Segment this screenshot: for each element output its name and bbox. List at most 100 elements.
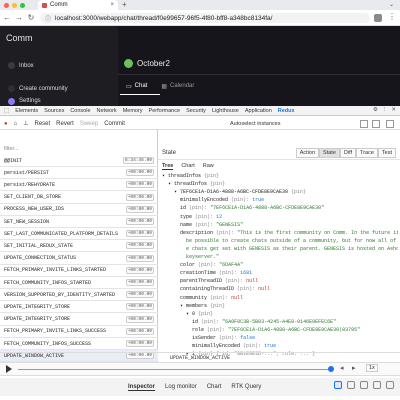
- reload-button[interactable]: ↻: [26, 12, 36, 24]
- tree-type: (pin):: [243, 343, 262, 350]
- tab-log-monitor[interactable]: Log monitor: [165, 384, 197, 390]
- back-button[interactable]: ←: [2, 12, 12, 24]
- action-view-button[interactable]: Action: [295, 148, 320, 158]
- step-forward-icon[interactable]: ▸: [352, 364, 356, 372]
- action-row[interactable]: SET_LAST_COMMUNICATED_PLATFORM_DETAILS +0…: [0, 228, 158, 241]
- action-name: UPDATE_CONNECTION_STATUS: [4, 255, 77, 262]
- sidebar-item-inbox[interactable]: Inbox: [4, 59, 114, 72]
- play-icon[interactable]: [6, 365, 12, 373]
- sidebar-item-settings[interactable]: Settings: [4, 96, 114, 106]
- diff-view-button[interactable]: Diff: [339, 148, 357, 158]
- pin-icon[interactable]: ⊥: [23, 120, 28, 127]
- action-time: +00:00.00: [125, 266, 154, 274]
- action-name: persist/PERSIST: [4, 169, 50, 176]
- split-icon[interactable]: [372, 120, 380, 128]
- url-input[interactable]: ⓘ localhost:3000/webapp/chat/thread/f0e9…: [40, 13, 370, 23]
- extension-icon[interactable]: [374, 14, 382, 22]
- settings-icon[interactable]: [386, 381, 394, 389]
- tab-console[interactable]: Console: [70, 108, 90, 114]
- action-name: SET_INITIAL_REDUX_STATE: [4, 242, 74, 249]
- tab-security[interactable]: Security: [186, 108, 206, 114]
- devtools-inspect-icon[interactable]: ⬚: [4, 108, 9, 114]
- action-row[interactable]: persist/REHYDRATE +00:00.00: [0, 179, 158, 192]
- action-time: +00:00.00: [125, 205, 154, 213]
- action-row[interactable]: @@INIT 8:34:45.00: [0, 155, 158, 167]
- action-row[interactable]: UPDATE_INTEGRITY_STORE +00:00.00: [0, 314, 158, 326]
- tree-type: (pin):: [219, 335, 238, 341]
- new-tab-button[interactable]: +: [122, 0, 127, 10]
- tree-type: {pin}: [210, 181, 226, 188]
- speed-select[interactable]: 1x: [366, 364, 378, 372]
- tab-chart-monitor[interactable]: Chart: [207, 384, 222, 390]
- tab-application[interactable]: Application: [245, 108, 272, 114]
- close-window-button[interactable]: [4, 3, 9, 8]
- tree-value: 1681: [240, 270, 253, 277]
- reset-button[interactable]: Reset: [34, 121, 50, 127]
- layout-icon[interactable]: [360, 120, 368, 128]
- action-row[interactable]: PROCESS_NEW_USER_IDS +00:00.00: [0, 204, 158, 216]
- tab-inspector[interactable]: Inspector: [128, 384, 156, 391]
- tree-value: keyserver.": [186, 254, 220, 260]
- more-menu-icon[interactable]: ⋮: [382, 107, 388, 113]
- tab-network[interactable]: Network: [97, 108, 117, 114]
- tab-redux[interactable]: Redux: [278, 108, 295, 114]
- tab-elements[interactable]: Elements: [15, 108, 38, 114]
- export-icon[interactable]: [373, 381, 381, 389]
- action-row[interactable]: FETCH_COMMUNITY_INFOS_STARTED +00:00.00: [0, 277, 158, 289]
- action-row[interactable]: FETCH_PRIMARY_INVITE_LINKS_SUCCESS +00:00…: [0, 326, 158, 338]
- step-back-icon[interactable]: ◂: [340, 364, 344, 372]
- autoselect-instances-dropdown[interactable]: Autoselect instances: [230, 121, 280, 127]
- sidebar-item-create-community[interactable]: Create community: [4, 82, 114, 95]
- action-row[interactable]: SET_CLIENT_DB_STORE +00:00.00: [0, 192, 158, 204]
- remote-icon[interactable]: [334, 381, 342, 389]
- timeline-slider-track[interactable]: [18, 369, 334, 370]
- timeline-slider-thumb[interactable]: [328, 366, 334, 372]
- lock-icon[interactable]: ⌂: [14, 121, 18, 127]
- maximize-window-button[interactable]: [20, 3, 25, 8]
- minimize-window-button[interactable]: [12, 3, 17, 8]
- sweep-button[interactable]: Sweep: [80, 121, 98, 127]
- test-view-button[interactable]: Test: [377, 148, 396, 158]
- tab-search-icon[interactable]: ⌄: [389, 0, 394, 10]
- tab-sources[interactable]: Sources: [44, 108, 64, 114]
- tab-rtk-query[interactable]: RTK Query: [231, 384, 261, 390]
- close-tab-icon[interactable]: ×: [110, 2, 114, 8]
- action-name: UPDATE_INTEGRITY_STORE: [4, 316, 71, 323]
- revert-button[interactable]: Revert: [56, 121, 74, 127]
- close-icon[interactable]: ✕: [391, 107, 396, 113]
- tab-label: Calendar: [170, 83, 195, 89]
- browser-tab[interactable]: Comm ×: [38, 0, 118, 10]
- tree-value: "GENESIS": [216, 221, 244, 228]
- tree-type: {pin}: [210, 302, 226, 309]
- action-row[interactable]: FETCH_COMMUNITY_INFOS_SUCCESS +00:00.00: [0, 338, 158, 350]
- tab-chat[interactable]: ▭ Chat: [126, 83, 147, 90]
- tab-raw[interactable]: Raw: [203, 163, 214, 170]
- action-name: @@INIT: [4, 157, 23, 164]
- gear-icon[interactable]: ⚙: [373, 107, 378, 113]
- action-row[interactable]: persist/PERSIST +00:00.00: [0, 167, 158, 180]
- import-icon[interactable]: [360, 381, 368, 389]
- record-icon[interactable]: ●: [4, 121, 8, 127]
- more-menu-icon[interactable]: ⋮: [388, 12, 396, 21]
- window-icon[interactable]: [386, 120, 394, 128]
- tab-memory[interactable]: Memory: [123, 108, 143, 114]
- action-row[interactable]: FETCH_PRIMARY_INVITE_LINKS_STARTED +00:00…: [0, 265, 158, 277]
- tree-key: id: [180, 205, 187, 212]
- action-row[interactable]: SET_NEW_SESSION +00:00.00: [0, 216, 158, 228]
- forward-button[interactable]: →: [14, 12, 24, 24]
- action-row[interactable]: UPDATE_INTEGRITY_STORE +00:00.00: [0, 301, 158, 314]
- tab-calendar[interactable]: ▦ Calendar: [161, 83, 194, 90]
- tab-performance[interactable]: Performance: [149, 108, 181, 114]
- commit-button[interactable]: Commit: [104, 121, 125, 127]
- tree-key: minimallyEncoded: [192, 343, 241, 350]
- action-row[interactable]: SET_INITIAL_REDUX_STATE +00:00.00: [0, 240, 158, 253]
- tab-tree[interactable]: Tree: [162, 163, 174, 170]
- filter-input[interactable]: filter...: [4, 146, 19, 152]
- state-view-button[interactable]: State: [319, 148, 340, 158]
- action-row[interactable]: UPDATE_CONNECTION_STATUS +00:00.00: [0, 253, 158, 265]
- trace-view-button[interactable]: Trace: [356, 148, 378, 158]
- tab-chart[interactable]: Chart: [181, 163, 194, 170]
- dispatch-icon[interactable]: [347, 381, 355, 389]
- action-row[interactable]: VERSION_SUPPORTED_BY_IDENTITY_STARTED +00…: [0, 289, 158, 302]
- tab-lighthouse[interactable]: Lighthouse: [212, 108, 239, 114]
